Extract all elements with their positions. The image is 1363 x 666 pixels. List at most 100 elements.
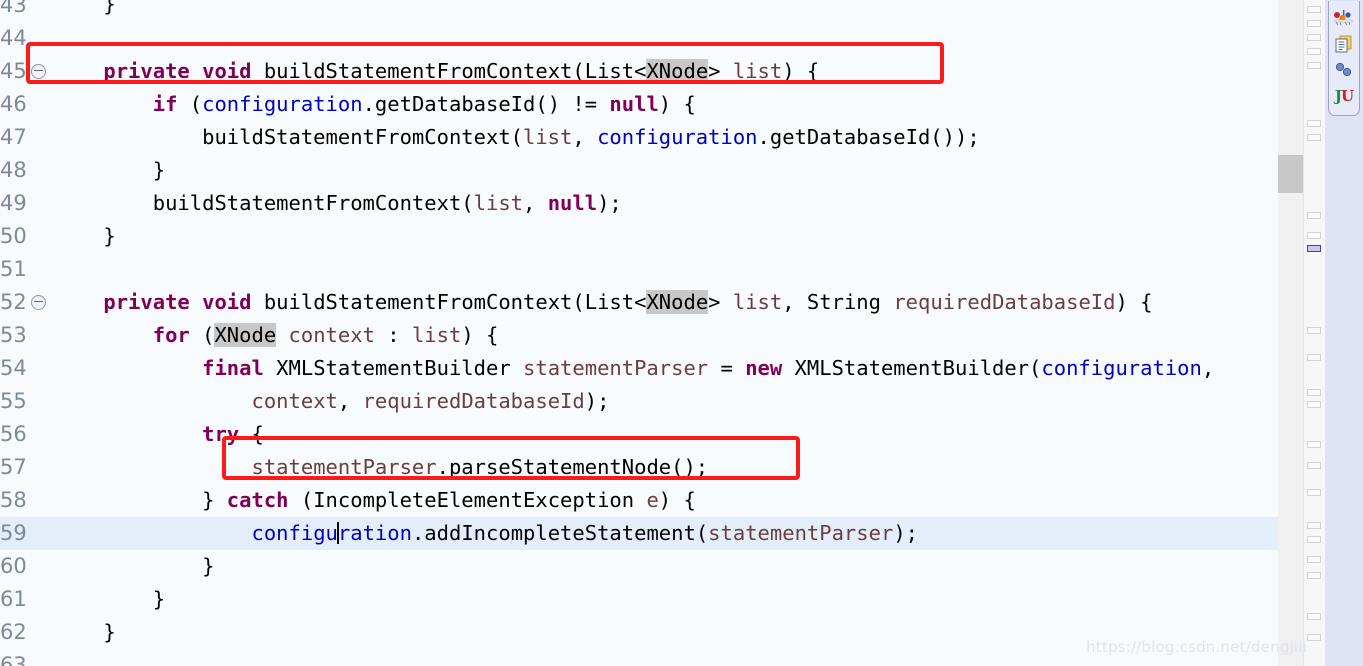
code-line[interactable]: }	[52, 154, 1278, 187]
overview-marker[interactable]	[1307, 634, 1321, 641]
code-line[interactable]: statementParser.parseStatementNode();	[52, 451, 1278, 484]
line-number: 43	[0, 0, 27, 17]
gutter-row[interactable]: 62	[0, 616, 52, 649]
copy-icon[interactable]	[1329, 31, 1359, 57]
overview-marker[interactable]	[1307, 462, 1321, 469]
overview-marker[interactable]	[1307, 522, 1321, 529]
line-number-gutter: 43 44 45 46 47 48 49 50 51 52 53 54 55 5…	[0, 0, 52, 666]
line-number: 44	[0, 26, 27, 50]
code-line[interactable]: buildStatementFromContext(list, null);	[52, 187, 1278, 220]
gutter-row[interactable]: 63	[0, 649, 52, 666]
line-number: 47	[0, 125, 27, 149]
overview-marker[interactable]	[1307, 536, 1321, 543]
overview-marker[interactable]	[1307, 232, 1321, 239]
code-line[interactable]: context, requiredDatabaseId);	[52, 385, 1278, 418]
code-line[interactable]: }	[52, 0, 1278, 22]
overview-marker[interactable]	[1307, 401, 1321, 408]
gutter-row[interactable]: 61	[0, 583, 52, 616]
overview-marker[interactable]	[1307, 613, 1321, 620]
gutter-row[interactable]: 57	[0, 451, 52, 484]
code-line-current[interactable]: configuration.addIncompleteStatement(sta…	[52, 517, 1278, 550]
gutter-row[interactable]: 51	[0, 253, 52, 286]
gutter-row[interactable]: 59	[0, 517, 52, 550]
run-debug-icon[interactable]	[1329, 5, 1359, 31]
gutter-row[interactable]: 52	[0, 286, 52, 319]
line-number: 54	[0, 356, 27, 380]
line-number: 50	[0, 224, 27, 248]
line-number: 61	[0, 587, 27, 611]
overview-marker[interactable]	[1307, 489, 1321, 496]
code-text-area[interactable]: } private void buildStatementFromContext…	[52, 0, 1278, 666]
junit-icon-glyph: JU	[1335, 87, 1354, 105]
gutter-row[interactable]: 53	[0, 319, 52, 352]
code-line[interactable]: } catch (IncompleteElementException e) {	[52, 484, 1278, 517]
code-line[interactable]: try {	[52, 418, 1278, 451]
overview-marker[interactable]	[1307, 212, 1321, 219]
breakpoints-icon[interactable]	[1329, 57, 1359, 83]
overview-marker[interactable]	[1307, 62, 1321, 69]
gutter-row[interactable]: 43	[0, 0, 52, 22]
code-line[interactable]: for (XNode context : list) {	[52, 319, 1278, 352]
copy-icon-glyph	[1335, 35, 1352, 53]
line-number: 49	[0, 191, 27, 215]
gutter-row[interactable]: 47	[0, 121, 52, 154]
overview-marker[interactable]	[1307, 389, 1321, 396]
gutter-row[interactable]: 48	[0, 154, 52, 187]
gutter-row[interactable]: 46	[0, 88, 52, 121]
line-number: 51	[0, 257, 27, 281]
tool-panel-box: JU	[1328, 1, 1360, 116]
vertical-scrollbar[interactable]	[1278, 0, 1303, 666]
line-number: 45	[0, 59, 27, 83]
overview-marker[interactable]	[1307, 327, 1321, 334]
overview-marker[interactable]	[1307, 134, 1321, 141]
gutter-row[interactable]: 56	[0, 418, 52, 451]
gutter-row[interactable]: 44	[0, 22, 52, 55]
overview-marker-current[interactable]	[1307, 245, 1321, 252]
gutter-row[interactable]: 49	[0, 187, 52, 220]
overview-marker[interactable]	[1307, 572, 1321, 579]
code-line[interactable]: if (configuration.getDatabaseId() != nul…	[52, 88, 1278, 121]
code-line[interactable]	[52, 253, 1278, 286]
fold-collapse-icon[interactable]	[31, 63, 46, 79]
fold-collapse-icon[interactable]	[31, 294, 46, 310]
gutter-row[interactable]: 45	[0, 55, 52, 88]
junit-letter-u: U	[1341, 87, 1354, 105]
gutter-row[interactable]: 55	[0, 385, 52, 418]
gutter-row[interactable]: 60	[0, 550, 52, 583]
overview-marker[interactable]	[1307, 120, 1321, 127]
code-line[interactable]: final XMLStatementBuilder statementParse…	[52, 352, 1278, 385]
code-line[interactable]: }	[52, 550, 1278, 583]
gutter-row[interactable]: 50	[0, 220, 52, 253]
overview-marker[interactable]	[1307, 556, 1321, 563]
line-number: 60	[0, 554, 27, 578]
code-line[interactable]: }	[52, 583, 1278, 616]
run-debug-icon-glyph	[1334, 10, 1353, 26]
code-line[interactable]: private void buildStatementFromContext(L…	[52, 286, 1278, 319]
line-number: 58	[0, 488, 27, 512]
line-number: 55	[0, 389, 27, 413]
eclipse-editor-window: 43 44 45 46 47 48 49 50 51 52 53 54 55 5…	[0, 0, 1363, 666]
code-line[interactable]: }	[52, 220, 1278, 253]
overview-marker[interactable]	[1307, 34, 1321, 41]
line-number: 56	[0, 422, 27, 446]
line-number: 59	[0, 521, 27, 545]
vertical-scrollbar-thumb[interactable]	[1278, 155, 1303, 193]
editor-tool-panel: JU	[1325, 0, 1363, 666]
code-line[interactable]	[52, 22, 1278, 55]
code-line[interactable]: private void buildStatementFromContext(L…	[52, 55, 1278, 88]
overview-marker[interactable]	[1307, 20, 1321, 27]
line-number: 46	[0, 92, 27, 116]
line-number: 63	[0, 653, 27, 666]
line-number: 57	[0, 455, 27, 479]
breakpoints-icon-glyph	[1335, 62, 1352, 77]
overview-marker[interactable]	[1307, 441, 1321, 448]
code-line[interactable]: buildStatementFromContext(list, configur…	[52, 121, 1278, 154]
gutter-row[interactable]: 58	[0, 484, 52, 517]
overview-marker[interactable]	[1307, 354, 1321, 361]
overview-marker[interactable]	[1307, 48, 1321, 55]
overview-ruler[interactable]	[1303, 0, 1326, 666]
junit-icon[interactable]: JU	[1329, 83, 1359, 109]
gutter-row[interactable]: 54	[0, 352, 52, 385]
overview-marker[interactable]	[1307, 6, 1321, 13]
watermark: https://blog.csdn.net/dengjili	[1086, 638, 1307, 656]
